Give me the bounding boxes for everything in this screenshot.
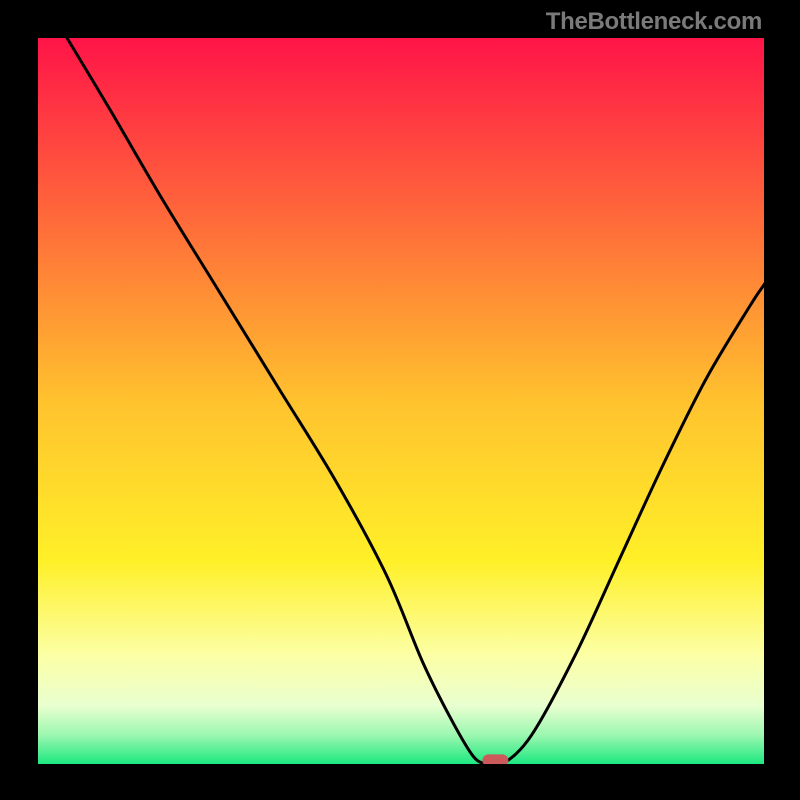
chart-container: TheBottleneck.com <box>0 0 800 800</box>
optimal-marker <box>482 754 508 764</box>
watermark-label: TheBottleneck.com <box>546 8 762 36</box>
plot-area <box>38 38 764 764</box>
bottleneck-curve <box>38 38 764 764</box>
